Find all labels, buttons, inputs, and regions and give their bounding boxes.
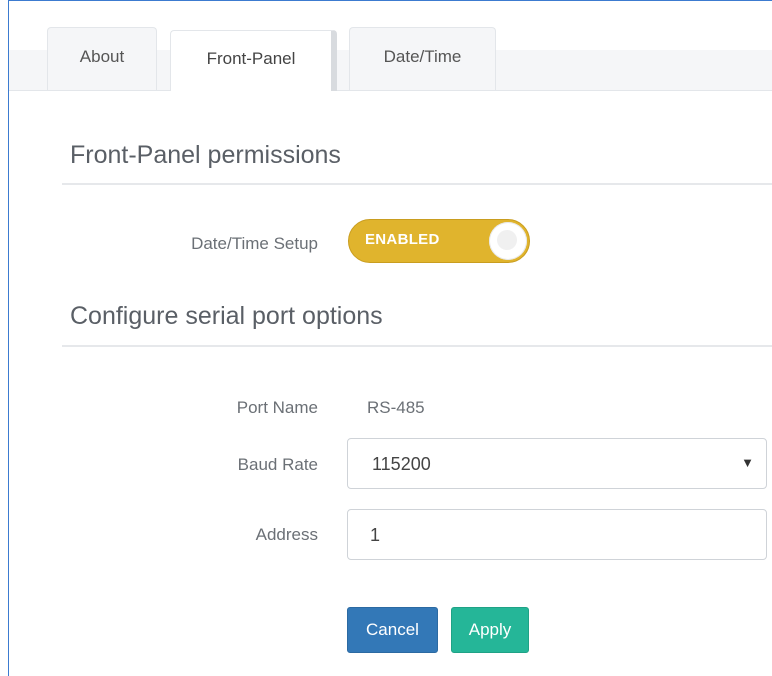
section-divider	[62, 183, 772, 185]
tab-about[interactable]: About	[47, 27, 157, 90]
toggle-knob	[489, 222, 527, 260]
baud-rate-select[interactable]: 115200 ▼	[347, 438, 767, 489]
cancel-button-label: Cancel	[366, 620, 419, 639]
datetime-setup-toggle[interactable]: ENABLED	[348, 219, 530, 263]
tab-about-label: About	[79, 47, 125, 66]
baud-rate-selected-value: 115200	[372, 454, 431, 474]
tab-date-time-label: Date/Time	[383, 47, 462, 66]
tab-front-panel-label: Front-Panel	[206, 49, 296, 68]
cancel-button[interactable]: Cancel	[347, 607, 438, 653]
address-label: Address	[255, 525, 318, 544]
apply-button-label: Apply	[468, 620, 512, 639]
address-input[interactable]: 1	[347, 509, 767, 560]
settings-panel: About Front-Panel Date/Time Front-Panel …	[8, 0, 772, 676]
caret-down-icon: ▼	[741, 455, 754, 470]
serial-port-options-title: Configure serial port options	[70, 302, 383, 330]
tab-date-time[interactable]: Date/Time	[349, 27, 496, 90]
tab-front-panel[interactable]: Front-Panel	[170, 30, 337, 92]
front-panel-permissions-title: Front-Panel permissions	[70, 141, 341, 169]
port-name-value: RS-485	[367, 398, 425, 417]
port-name-label: Port Name	[236, 398, 318, 417]
datetime-setup-label: Date/Time Setup	[191, 234, 318, 253]
address-input-value: 1	[370, 525, 381, 545]
baud-rate-label: Baud Rate	[237, 455, 318, 474]
section-divider	[62, 345, 772, 347]
toggle-state-text: ENABLED	[365, 231, 440, 248]
apply-button[interactable]: Apply	[451, 607, 529, 653]
